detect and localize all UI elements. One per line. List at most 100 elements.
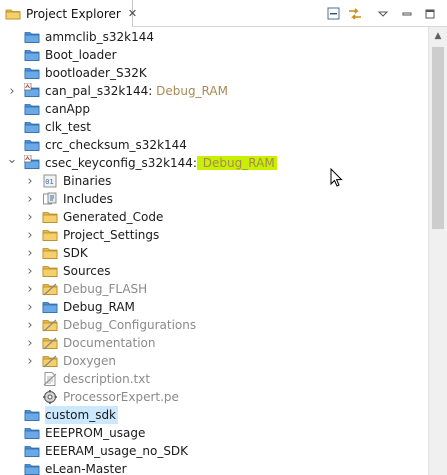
scroll-thumb[interactable]: [432, 47, 444, 229]
tree-item-label: Doxygen: [63, 354, 117, 368]
tree-item[interactable]: › Doxygen: [0, 352, 428, 370]
folder-icon: [24, 461, 40, 475]
chevron-right-icon[interactable]: ›: [24, 262, 36, 280]
folder-icon: [24, 47, 40, 63]
chevron-right-icon[interactable]: ›: [24, 352, 36, 370]
tree-item-label: Project_Settings: [63, 228, 160, 242]
mouse-cursor-icon: [330, 168, 343, 187]
folder-icon: [24, 65, 40, 81]
close-icon[interactable]: ✕: [128, 8, 137, 19]
tree-item[interactable]: Boot_loader: [0, 46, 428, 64]
tree-item[interactable]: › Documentation: [0, 334, 428, 352]
tree-item-label: Debug_Configurations: [63, 318, 197, 332]
tree-item-label: EEERAM_usage_no_SDK: [45, 444, 189, 458]
project-folder-icon: [23, 154, 40, 171]
tree-item[interactable]: EEERAM_usage_no_SDK: [0, 442, 428, 460]
tree-item-label: EEEPROM_usage: [45, 426, 146, 440]
project-explorer-icon: [5, 6, 21, 22]
tree-item[interactable]: › Debug_Configurations: [0, 316, 428, 334]
chevron-right-icon[interactable]: ›: [24, 190, 36, 208]
tree-item[interactable]: canApp: [0, 100, 428, 118]
tree-item-label: crc_checksum_s32k144: [45, 138, 187, 152]
tree-item-label: bootloader_S32K: [45, 66, 147, 80]
vertical-scrollbar[interactable]: ▲: [428, 27, 447, 475]
view-menu-button[interactable]: [374, 5, 392, 23]
excluded-folder-icon: [42, 353, 58, 369]
tree-item-label: description.txt: [63, 372, 151, 386]
tree-item-label: clk_test: [45, 120, 91, 134]
tree-item[interactable]: ammclib_s32k144: [0, 28, 428, 46]
excluded-folder-icon: [42, 281, 58, 297]
tree-item-label: Boot_loader: [45, 48, 117, 62]
link-with-editor-button[interactable]: [346, 5, 364, 23]
tree-item[interactable]: description.txt: [0, 370, 428, 388]
tree-item[interactable]: clk_test: [0, 118, 428, 136]
chevron-right-icon[interactable]: ›: [24, 298, 36, 316]
tree-item-label: Generated_Code: [63, 210, 164, 224]
source-folder-icon: [42, 227, 58, 243]
tree-item-label: csec_keyconfig_s32k144: Debug_RAM: [45, 156, 277, 170]
tree-item[interactable]: › Sources: [0, 262, 428, 280]
binaries-icon: 01: [42, 173, 58, 189]
project-tree[interactable]: ammclib_s32k144 Boot_loader bootloader_S32…: [0, 27, 428, 475]
tree-item-label: Includes: [63, 192, 113, 206]
tree-item[interactable]: custom_sdk: [0, 406, 428, 424]
tree-item[interactable]: bootloader_S32K: [0, 64, 428, 82]
tree-item-label: ProcessorExpert.pe: [63, 390, 179, 404]
source-folder-icon: [42, 263, 58, 279]
chevron-right-icon[interactable]: ›: [24, 208, 36, 226]
folder-icon: [24, 425, 40, 441]
tree-item-label: can_pal_s32k144: Debug_RAM: [45, 84, 228, 98]
folder-icon: [24, 407, 40, 423]
maximize-button[interactable]: [421, 5, 439, 23]
tree-item-label: Debug_RAM: [63, 300, 135, 314]
source-folder-icon: [42, 245, 58, 261]
excluded-folder-icon: [42, 317, 58, 333]
tree-item-label: Binaries: [63, 174, 112, 188]
tree-item[interactable]: crc_checksum_s32k144: [0, 136, 428, 154]
chevron-right-icon[interactable]: ›: [24, 316, 36, 334]
tree-item[interactable]: › SDK: [0, 244, 428, 262]
tree-item[interactable]: › Debug_FLASH: [0, 280, 428, 298]
chevron-right-icon[interactable]: ›: [24, 334, 36, 352]
tree-item[interactable]: › can_pal_s32k144: Debug_RAM: [0, 82, 428, 100]
build-config-decoration: Debug_RAM: [196, 156, 277, 170]
source-folder-icon: [42, 209, 58, 225]
tree-item[interactable]: EEEPROM_usage: [0, 424, 428, 442]
chevron-right-icon[interactable]: ›: [24, 226, 36, 244]
tree-item[interactable]: › Debug_RAM: [0, 298, 428, 316]
tree-item[interactable]: › Includes: [0, 190, 428, 208]
view-tab-bar: Project Explorer ✕: [0, 0, 447, 27]
tree-item-label: Debug_FLASH: [63, 282, 148, 296]
tree-item-label: Documentation: [63, 336, 156, 350]
folder-icon: [24, 119, 40, 135]
folder-icon: [24, 101, 40, 117]
tree-item[interactable]: › 01 Binaries: [0, 172, 428, 190]
collapse-all-button[interactable]: [325, 5, 343, 23]
tree-item-label: eLean-Master: [45, 462, 127, 475]
tree-item-label: Sources: [63, 264, 111, 278]
collapse-all-icon: [327, 7, 340, 20]
tree-item[interactable]: › Generated_Code: [0, 208, 428, 226]
chevron-right-icon[interactable]: ›: [24, 172, 36, 190]
chevron-down-icon[interactable]: ⌄: [6, 150, 18, 168]
chevron-right-icon[interactable]: ›: [24, 280, 36, 298]
processor-expert-icon: [42, 389, 58, 405]
excluded-folder-icon: [42, 335, 58, 351]
tree-item-label: canApp: [45, 102, 90, 116]
tree-item[interactable]: ProcessorExpert.pe: [0, 388, 428, 406]
folder-icon: [24, 29, 40, 45]
link-with-editor-icon: [349, 8, 361, 20]
tree-item[interactable]: eLean-Master: [0, 460, 428, 475]
chevron-right-icon[interactable]: ›: [6, 82, 18, 100]
scroll-up-arrow-icon[interactable]: ▲: [429, 27, 447, 44]
view-menu-icon: [377, 11, 389, 17]
chevron-right-icon[interactable]: ›: [24, 244, 36, 262]
tree-item-label: SDK: [63, 246, 88, 260]
tab-project-explorer[interactable]: Project Explorer ✕: [0, 0, 137, 27]
tree-item[interactable]: ⌄ csec_keyconfig_s32k144: Debug_RAM: [0, 152, 428, 172]
maximize-icon: [425, 9, 435, 19]
tree-item[interactable]: › Project_Settings: [0, 226, 428, 244]
minimize-button[interactable]: [398, 5, 416, 23]
tree-item-label: custom_sdk: [45, 406, 119, 424]
